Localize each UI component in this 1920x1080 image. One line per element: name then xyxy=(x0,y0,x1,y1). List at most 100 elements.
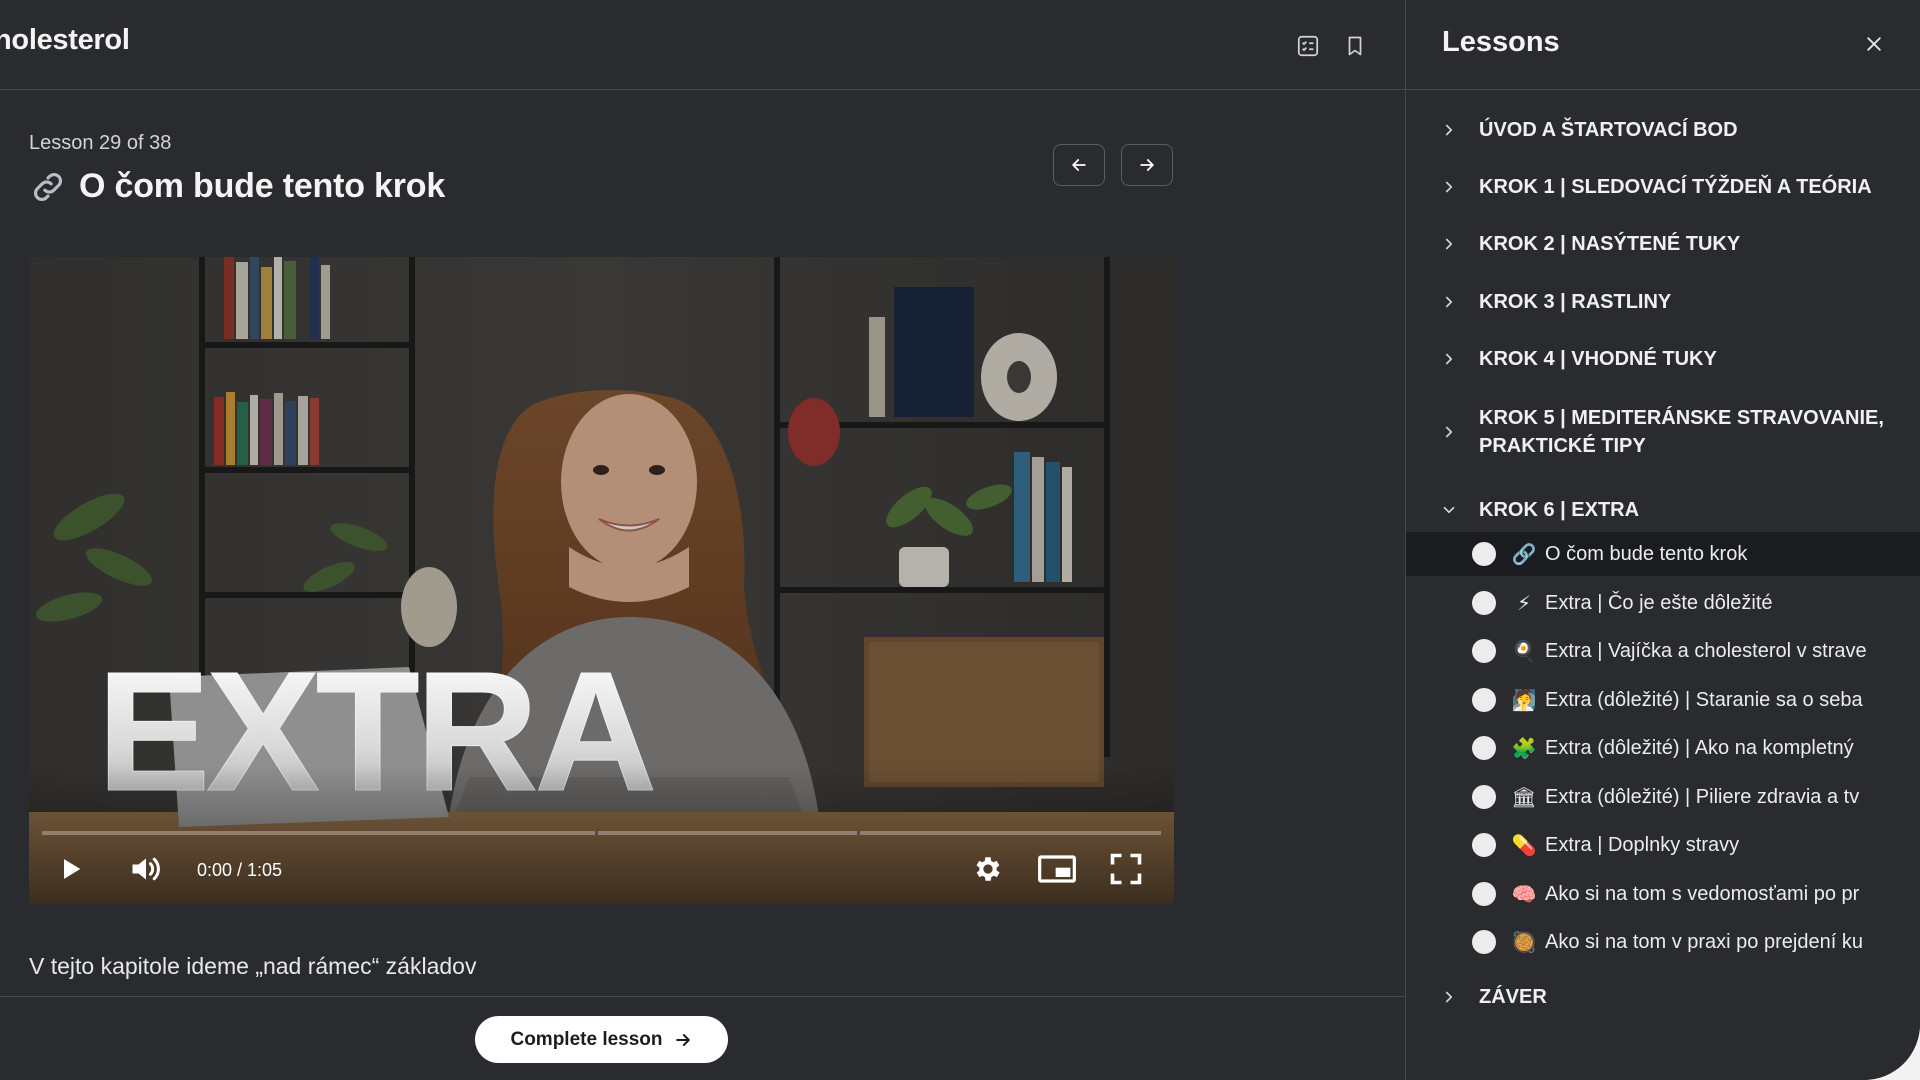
lesson-item-label: Extra (dôležité) | Ako na kompletný xyxy=(1545,736,1854,759)
lesson-counter: Lesson 29 of 38 xyxy=(29,132,172,154)
chevron-right-icon xyxy=(1439,120,1459,140)
lesson-complete-radio[interactable] xyxy=(1472,736,1496,760)
lesson-title: O čom bude tento krok xyxy=(79,167,446,205)
course-title: holesterol xyxy=(0,24,130,56)
lesson-item-label: Extra | Doplnky stravy xyxy=(1545,833,1740,856)
lesson-item[interactable]: 🧩 Extra (dôležité) | Ako na kompletný xyxy=(1406,726,1920,770)
fullscreen-button[interactable] xyxy=(1102,847,1150,891)
lesson-item-label: Ako si na tom v praxi po prejdení ku xyxy=(1545,930,1863,953)
lesson-complete-radio[interactable] xyxy=(1472,542,1496,566)
arrow-right-icon xyxy=(675,1033,690,1046)
lesson-header: holesterol xyxy=(0,0,1405,90)
lesson-complete-radio[interactable] xyxy=(1472,785,1496,809)
link-icon xyxy=(34,172,62,201)
lesson-complete-radio[interactable] xyxy=(1472,882,1496,906)
lesson-item-label: O čom bude tento krok xyxy=(1545,542,1748,565)
video-progress-bar[interactable] xyxy=(42,831,1161,835)
sidebar-section[interactable]: KROK 3 | RASTLINY xyxy=(1406,280,1920,324)
miniplayer-icon xyxy=(1038,855,1076,883)
chevron-right-icon xyxy=(1439,234,1459,254)
lesson-item[interactable]: 🍳 Extra | Vajíčka a cholesterol v strave xyxy=(1406,629,1920,673)
self-care-icon: 🧖 xyxy=(1511,689,1537,712)
lightning-icon: ⚡ xyxy=(1516,592,1532,615)
lesson-item[interactable]: 🏛 Extra (dôležité) | Piliere zdravia a tv xyxy=(1406,775,1920,819)
sidebar-section-label: KROK 1 | SLEDOVACÍ TÝŽDEŇ A TEÓRIA xyxy=(1479,176,1872,198)
brain-icon: 🧠 xyxy=(1511,883,1537,906)
chapter-marker xyxy=(857,831,860,835)
lesson-item-label: Extra | Čo je ešte dôležité xyxy=(1545,591,1773,614)
volume-button[interactable] xyxy=(124,847,168,891)
egg-icon: 🍳 xyxy=(1511,640,1537,663)
play-icon xyxy=(64,859,81,879)
close-icon xyxy=(1867,37,1881,51)
pill-icon: 💊 xyxy=(1511,834,1537,857)
food-icon: 🥘 xyxy=(1511,931,1537,954)
arrow-left-icon xyxy=(1072,159,1086,171)
miniplayer-button[interactable] xyxy=(1033,847,1081,891)
sidebar-section-label: KROK 3 | RASTLINY xyxy=(1479,291,1672,313)
arrow-right-icon xyxy=(1140,159,1154,171)
chapter-marker xyxy=(595,831,598,835)
chevron-right-icon xyxy=(1439,177,1459,197)
pillars-icon: 🏛 xyxy=(1511,786,1537,809)
sidebar-section[interactable]: KROK 1 | SLEDOVACÍ TÝŽDEŇ A TEÓRIA xyxy=(1406,165,1920,209)
lesson-item[interactable]: 🔗 O čom bude tento krok xyxy=(1406,532,1920,576)
notes-button[interactable] xyxy=(1290,28,1326,64)
sidebar-section-label: KROK 2 | NASÝTENÉ TUKY xyxy=(1479,233,1741,255)
app-window: holesterol Lesson 29 of 38 O čom bude te… xyxy=(0,0,1920,1080)
lesson-complete-radio[interactable] xyxy=(1472,639,1496,663)
lesson-complete-radio[interactable] xyxy=(1472,930,1496,954)
lesson-complete-radio[interactable] xyxy=(1472,591,1496,615)
volume-icon xyxy=(132,857,160,881)
lesson-item-label: Ako si na tom s vedomosťami po pr xyxy=(1545,882,1860,905)
lesson-item-label: Extra | Vajíčka a cholesterol v strave xyxy=(1545,639,1867,662)
notes-icon xyxy=(1297,35,1319,57)
lesson-title-row: O čom bude tento krok xyxy=(29,167,445,206)
sidebar-section[interactable]: KROK 4 | VHODNÉ TUKY xyxy=(1406,337,1920,381)
sidebar-section-label: KROK 5 | MEDITERÁNSKE STRAVOVANIE, PRAKT… xyxy=(1479,407,1884,457)
next-lesson-button[interactable] xyxy=(1121,144,1173,186)
sidebar-section[interactable]: ZÁVER xyxy=(1406,975,1920,1019)
bookmark-icon xyxy=(1348,36,1362,56)
sidebar-section-label: KROK 4 | VHODNÉ TUKY xyxy=(1479,348,1717,370)
lesson-item[interactable]: ⚡ Extra | Čo je ešte dôležité xyxy=(1406,581,1920,625)
chevron-right-icon xyxy=(1439,349,1459,369)
lesson-complete-radio[interactable] xyxy=(1472,833,1496,857)
lessons-sidebar: Lessons ÚVOD A ŠTARTOVACÍ BOD KROK 1 | SL… xyxy=(1405,0,1920,1080)
lesson-item[interactable]: 🧖 Extra (dôležité) | Staranie sa o seba xyxy=(1406,678,1920,722)
sidebar-section-label: ÚVOD A ŠTARTOVACÍ BOD xyxy=(1479,119,1738,141)
bookmark-button[interactable] xyxy=(1337,28,1373,64)
fullscreen-icon xyxy=(1110,853,1142,885)
sidebar-section-label: KROK 6 | EXTRA xyxy=(1479,499,1640,521)
video-time: 0:00 / 1:05 xyxy=(197,860,283,880)
sidebar-title: Lessons xyxy=(1442,26,1560,58)
video-player[interactable]: EXTRA 0:00 / 1:05 xyxy=(29,257,1174,904)
chevron-right-icon xyxy=(1439,422,1459,442)
lesson-item-label: Extra (dôležité) | Staranie sa o seba xyxy=(1545,688,1863,711)
settings-button[interactable] xyxy=(966,847,1010,891)
puzzle-icon: 🧩 xyxy=(1511,737,1537,760)
lesson-item-label: Extra (dôležité) | Piliere zdravia a tv xyxy=(1545,785,1860,808)
chevron-right-icon xyxy=(1439,987,1459,1007)
link-icon: 🔗 xyxy=(1511,543,1537,566)
lesson-description: V tejto kapitole ideme „nad rámec“ zákla… xyxy=(29,953,477,979)
previous-lesson-button[interactable] xyxy=(1053,144,1105,186)
sidebar-section[interactable]: KROK 6 | EXTRA xyxy=(1406,488,1920,532)
settings-icon xyxy=(976,857,1000,881)
sidebar-section[interactable]: ÚVOD A ŠTARTOVACÍ BOD xyxy=(1406,108,1920,152)
lesson-item[interactable]: 🧠 Ako si na tom s vedomosťami po pr xyxy=(1406,872,1920,916)
play-button[interactable] xyxy=(51,847,91,891)
footer-divider xyxy=(0,996,1405,997)
chevron-right-icon xyxy=(1439,292,1459,312)
sidebar-section-label: ZÁVER xyxy=(1479,986,1547,1008)
lesson-item[interactable]: 💊 Extra | Doplnky stravy xyxy=(1406,823,1920,867)
sidebar-section[interactable]: KROK 5 | MEDITERÁNSKE STRAVOVANIE, PRAKT… xyxy=(1406,394,1920,470)
lesson-complete-radio[interactable] xyxy=(1472,688,1496,712)
chevron-down-icon xyxy=(1439,500,1459,520)
lesson-item[interactable]: 🥘 Ako si na tom v praxi po prejdení ku xyxy=(1406,920,1920,964)
complete-lesson-label: Complete lesson xyxy=(510,1028,663,1050)
complete-lesson-button[interactable]: Complete lesson xyxy=(475,1016,728,1063)
sidebar-section[interactable]: KROK 2 | NASÝTENÉ TUKY xyxy=(1406,222,1920,266)
close-sidebar-button[interactable] xyxy=(1854,26,1894,62)
sidebar-header: Lessons xyxy=(1406,0,1920,90)
